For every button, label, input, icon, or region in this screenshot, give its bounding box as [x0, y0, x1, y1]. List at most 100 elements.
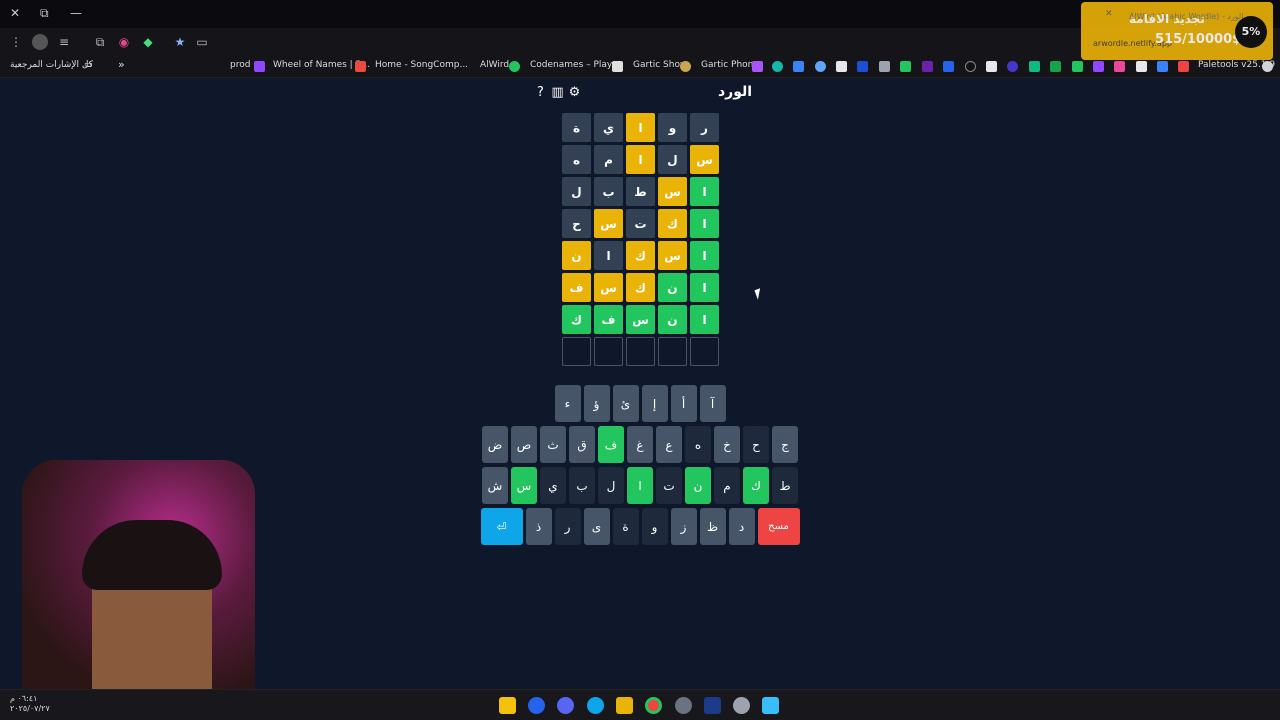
letter-key[interactable]: ر [554, 508, 581, 545]
discord-icon[interactable] [557, 697, 574, 714]
letter-key[interactable]: ل [598, 467, 624, 504]
extension-icon[interactable]: ◉ [116, 34, 132, 50]
letter-key[interactable]: ث [540, 426, 566, 463]
letter-key[interactable]: ق [569, 426, 595, 463]
settings-icon[interactable] [733, 697, 750, 714]
chrome-icon[interactable] [645, 697, 662, 714]
letter-key[interactable]: ه [685, 426, 711, 463]
bookmark-favicon[interactable] [965, 61, 976, 72]
bookmark-star-icon[interactable]: ★ [172, 34, 188, 50]
stats-icon[interactable]: ▥ [550, 85, 565, 100]
bookmarks-chevron[interactable]: » [118, 58, 125, 71]
minimize-window-button[interactable]: — [70, 6, 82, 20]
delete-key[interactable]: مسح [757, 508, 800, 545]
folder-icon: ▭ [84, 60, 93, 70]
bookmark-favicon[interactable] [879, 61, 890, 72]
letter-key[interactable]: ا [627, 467, 653, 504]
bookmark-favicon[interactable] [900, 61, 911, 72]
app-icon[interactable] [528, 697, 545, 714]
letter-key[interactable]: و [641, 508, 668, 545]
bookmark-favicon[interactable] [1007, 61, 1018, 72]
codenames-icon [612, 61, 623, 72]
letter-key[interactable]: ع [656, 426, 682, 463]
letter-key[interactable]: ب [569, 467, 595, 504]
letter-key[interactable]: ك [743, 467, 769, 504]
bookmark-favicon[interactable] [986, 61, 997, 72]
enter-key[interactable]: ⏎ [480, 508, 523, 545]
letter-key[interactable]: د [728, 508, 755, 545]
youtube-icon[interactable] [1178, 61, 1189, 72]
menu-icon[interactable]: ⋮ [8, 34, 24, 50]
board-tile-present: س [658, 241, 687, 270]
bookmark-item[interactable]: Home - SongComp... [375, 60, 468, 70]
letter-key[interactable]: أ [670, 385, 697, 422]
bookmark-favicon[interactable] [1050, 61, 1061, 72]
letter-key[interactable]: ظ [699, 508, 726, 545]
obs-icon[interactable] [675, 697, 692, 714]
letter-key[interactable]: م [714, 467, 740, 504]
edge-icon[interactable] [587, 697, 604, 714]
restore-window-button[interactable]: ⧉ [40, 6, 49, 21]
settings-icon[interactable]: ⚙ [567, 85, 582, 100]
letter-key[interactable]: ى [583, 508, 610, 545]
bookmark-item[interactable]: AlWird [480, 60, 509, 70]
letter-key[interactable]: آ [699, 385, 726, 422]
letter-key[interactable]: ض [482, 426, 508, 463]
close-window-button[interactable]: ✕ [10, 6, 20, 20]
board-tile-absent: م [594, 145, 623, 174]
letter-key[interactable]: ز [670, 508, 697, 545]
rockstar-icon[interactable] [499, 697, 516, 714]
letter-key[interactable]: خ [714, 426, 740, 463]
bookmark-favicon[interactable] [857, 61, 868, 72]
bookmark-item[interactable]: prod [230, 60, 250, 70]
bookmark-favicon[interactable] [815, 61, 826, 72]
letter-key[interactable]: ص [511, 426, 537, 463]
folder-icon[interactable] [616, 697, 633, 714]
bookmark-favicon[interactable] [1029, 61, 1040, 72]
bookmark-favicon[interactable] [793, 61, 804, 72]
board-tile-absent: ل [562, 177, 591, 206]
bookmark-favicon[interactable] [943, 61, 954, 72]
letter-key[interactable]: ئ [612, 385, 639, 422]
bookmark-favicon[interactable] [1157, 61, 1168, 72]
letter-key[interactable]: ح [743, 426, 769, 463]
letter-key[interactable]: ذ [525, 508, 552, 545]
bookmark-favicon[interactable] [922, 61, 933, 72]
letter-key[interactable]: غ [627, 426, 653, 463]
letter-key[interactable]: ؤ [583, 385, 610, 422]
twitch-icon[interactable] [1093, 61, 1104, 72]
bookmark-favicon[interactable] [772, 61, 783, 72]
close-icon[interactable]: ✕ [1105, 9, 1113, 19]
bookmark-favicon[interactable] [1072, 61, 1083, 72]
extensions-icon[interactable]: ⧉ [92, 34, 108, 50]
board-tile-absent: ح [562, 209, 591, 238]
windows-start-icon[interactable] [762, 697, 779, 714]
letter-key[interactable]: ف [598, 426, 624, 463]
steam-icon[interactable] [704, 697, 721, 714]
all-bookmarks-link[interactable]: كل الإشارات المرجعية [10, 60, 93, 70]
x-icon[interactable] [1136, 61, 1147, 72]
board-row: رواية [561, 113, 719, 142]
letter-key[interactable]: ة [612, 508, 639, 545]
letter-key[interactable]: ء [554, 385, 581, 422]
windows-taskbar [0, 689, 1280, 720]
profile-icon[interactable] [32, 34, 48, 50]
letter-key[interactable]: إ [641, 385, 668, 422]
help-icon[interactable]: ? [533, 85, 548, 100]
letter-key[interactable]: س [511, 467, 537, 504]
bookmark-item[interactable]: Gartic Phone [701, 60, 759, 70]
media-icon[interactable]: ≡ [56, 34, 72, 50]
letter-key[interactable]: ن [685, 467, 711, 504]
letter-key[interactable]: ت [656, 467, 682, 504]
install-icon[interactable]: ▭ [194, 34, 210, 50]
instagram-icon[interactable] [1114, 61, 1125, 72]
bookmark-favicon[interactable] [836, 61, 847, 72]
letter-key[interactable]: ط [772, 467, 798, 504]
letter-key[interactable]: ي [540, 467, 566, 504]
bookmark-item[interactable]: Codenames – Play... [530, 60, 620, 70]
shield-icon[interactable]: ◆ [140, 34, 156, 50]
letter-key[interactable]: ج [772, 426, 798, 463]
letter-key[interactable]: ش [482, 467, 508, 504]
board-row: اسكان [561, 241, 719, 270]
donation-goal-popup: ✕ AlWird (Arabic Wordle) - الورد تجديد ا… [1081, 2, 1273, 60]
